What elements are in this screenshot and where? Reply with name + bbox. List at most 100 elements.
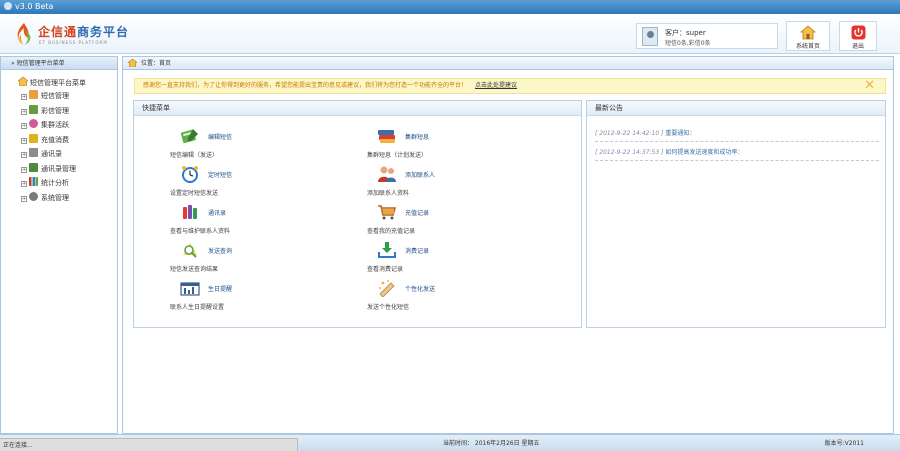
sidebar-item-label: 系统管理 (41, 193, 69, 202)
user-info-box: 客户：super 短信0条,彩信0条 (636, 23, 778, 49)
announcements-panel: 最新公告 [ 2012-9-22 14:42:10 ] 重要通知： [ 2012… (586, 100, 886, 328)
loading-status: 正在连接... (0, 438, 298, 451)
quick-address-book[interactable]: 通讯录 查看与维护联系人资料 (170, 203, 340, 237)
cluster-icon (29, 119, 38, 128)
breadcrumb-text: 位置：首页 (141, 60, 172, 67)
quick-item-label: 集群短息 (405, 134, 430, 141)
sidebar-item-label: 通讯录 (41, 150, 62, 158)
quick-item-desc: 添加联系人资料 (367, 190, 410, 197)
menu-tree: 短信管理平台菜单 + 短信管理 + 彩信管理 + 集群活跃 + 充值消费 + 通讯录 + 通… (1, 70, 117, 205)
main-content: 位置：首页 感谢您一直支持我们，为了让你得到更好的服务，希望您能提出宝贵的意见或… (122, 56, 894, 434)
quick-item-label: 通讯录 (208, 210, 227, 217)
quick-send-query[interactable]: 发送查询 短信发送查询结果 (170, 241, 340, 275)
home-button-label: 系统首页 (795, 43, 820, 50)
home-icon (800, 25, 816, 40)
sidebar-item-label: 彩信管理 (41, 106, 69, 115)
gear-icon (29, 191, 38, 201)
sidebar-item-contacts[interactable]: + 通讯录 (18, 147, 117, 162)
quick-item-desc: 短信编辑（发送） (170, 152, 219, 159)
sidebar-item-label: 集群活跃 (41, 121, 69, 129)
personalize-icon (379, 280, 395, 297)
quick-cluster-sms[interactable]: 集群短息 集群短息（计划发送） (367, 127, 537, 161)
app-icon (4, 2, 12, 10)
sidebar-item-label: 通讯录管理 (41, 164, 76, 173)
expand-icon[interactable]: + (21, 137, 27, 144)
announcements-title: 最新公告 (587, 101, 885, 116)
add-contact-icon (378, 166, 396, 182)
quick-item-label: 生日提醒 (208, 286, 233, 293)
quick-item-label: 编辑短信 (208, 134, 233, 141)
sidebar-item-sms[interactable]: + 短信管理 (18, 89, 117, 104)
quick-edit-sms[interactable]: 编辑短信 短信编辑（发送） (170, 127, 340, 161)
window-titlebar: v3.0 Beta (0, 0, 900, 14)
sidebar-item-recharge[interactable]: + 充值消费 (18, 133, 117, 148)
expand-icon[interactable]: + (21, 166, 27, 173)
announcement-item[interactable]: [ 2012-9-22 14:37:53 ] 如何提高发送速度和成功率： (595, 145, 879, 161)
search-icon (183, 243, 197, 258)
brand-title-blue: 商务平台 (77, 25, 130, 39)
expand-icon[interactable]: + (21, 195, 27, 202)
quick-consumption-record[interactable]: 消费记录 查看消费记录 (367, 241, 537, 275)
home-button[interactable]: 系统首页 (786, 21, 830, 51)
notice-bar: 感谢您一直支持我们，为了让你得到更好的服务，希望您能提出宝贵的意见或建议，我们将… (134, 78, 886, 94)
announcement-title[interactable]: 重要通知： (665, 130, 695, 137)
avatar (642, 27, 658, 46)
app-header: 企信通商务平台 ET BUSINESS PLATFORM 客户：super 短信… (0, 14, 900, 54)
address-book-icon (183, 205, 197, 219)
user-name: 客户：super (665, 29, 706, 37)
home-icon (17, 76, 29, 87)
expand-icon[interactable]: + (21, 152, 27, 158)
sidebar-item-label: 短信管理 (41, 92, 69, 100)
power-icon (851, 25, 865, 40)
expand-icon[interactable]: + (21, 94, 27, 100)
quick-recharge-record[interactable]: 充值记录 查看我的充值记录 (367, 203, 537, 237)
quick-item-label: 定时短信 (208, 172, 233, 179)
quick-item-label: 发送查询 (208, 248, 233, 255)
clock-icon (182, 166, 198, 183)
cluster-sms-icon (378, 130, 395, 143)
quick-birthday-reminder[interactable]: 生日提醒 联系人生日提醒设置 (170, 279, 340, 313)
brand-subtitle: ET BUSINESS PLATFORM (39, 40, 108, 45)
home-icon (128, 59, 137, 67)
sidebar-header: » 短信管理平台菜单 (1, 57, 117, 70)
expand-icon[interactable]: + (21, 181, 27, 187)
calendar-icon (180, 282, 200, 296)
brand-title-red: 企信通 (38, 25, 78, 39)
edit-sms-icon (180, 129, 198, 144)
current-time: 当前时间： 2016年2月26日 星期五 (443, 440, 540, 447)
quick-item-label: 消费记录 (405, 248, 430, 255)
quick-item-desc: 设置定时短信发送 (170, 190, 219, 197)
announcement-title[interactable]: 如何提高发送速度和成功率： (665, 149, 743, 156)
tree-root[interactable]: 短信管理平台菜单 (17, 76, 117, 89)
announcement-item[interactable]: [ 2012-9-22 14:42:10 ] 重要通知： (595, 126, 879, 142)
sms-icon (29, 90, 38, 99)
sidebar-item-statistics[interactable]: + 统计分析 (18, 176, 117, 191)
expand-icon[interactable]: + (21, 108, 27, 115)
download-icon (378, 242, 396, 258)
status-bar: 正在连接... 当前时间： 2016年2月26日 星期五 版本号:V2011 (0, 434, 900, 451)
expand-icon[interactable]: + (21, 123, 27, 129)
mms-icon (29, 104, 38, 114)
sidebar-item-system[interactable]: + 系统管理 (18, 191, 117, 206)
sidebar: » 短信管理平台菜单 短信管理平台菜单 + 短信管理 + 彩信管理 + 集群活跃 + 充… (0, 56, 118, 434)
logout-button[interactable]: 退出 (839, 21, 877, 51)
quick-personalized-send[interactable]: 个性化发送 发送个性化短信 (367, 279, 537, 313)
quick-add-contact[interactable]: 添加联系人 添加联系人资料 (367, 165, 537, 199)
sidebar-item-cluster[interactable]: + 集群活跃 (18, 118, 117, 133)
quick-menu-panel: 快捷菜单 编辑短信 短信编辑（发送） 集群短息 集群短息（计划发送） 定时短信 … (133, 100, 582, 328)
tree-root-label: 短信管理平台菜单 (30, 79, 86, 87)
quick-item-label: 充值记录 (405, 210, 430, 217)
announcement-date: [ 2012-9-22 14:42:10 ] (595, 130, 664, 137)
user-balance: 短信0条,彩信0条 (665, 40, 711, 47)
quick-scheduled-sms[interactable]: 定时短信 设置定时短信发送 (170, 165, 340, 199)
quick-item-label: 添加联系人 (405, 172, 436, 179)
close-icon[interactable]: ✕ (864, 79, 875, 93)
sidebar-item-mms[interactable]: + 彩信管理 (18, 104, 117, 119)
sidebar-item-address-book[interactable]: + 通讯录管理 (18, 162, 117, 177)
feedback-link[interactable]: 点击此处提建议 (475, 82, 517, 89)
quick-item-desc: 短信发送查询结果 (170, 266, 219, 273)
announcement-date: [ 2012-9-22 14:37:53 ] (595, 149, 664, 156)
recharge-icon (29, 133, 38, 143)
sidebar-item-label: 充值消费 (41, 135, 69, 144)
quick-item-label: 个性化发送 (405, 286, 436, 293)
